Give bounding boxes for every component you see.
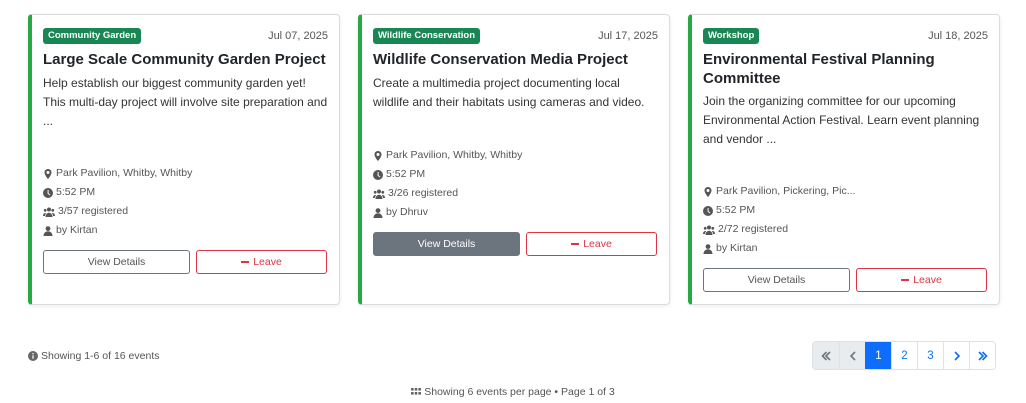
event-title: Wildlife Conservation Media Project [373,51,628,68]
event-organizer: by Dhruv [386,206,429,218]
time-row: 5:52 PM [43,183,192,202]
next-page-button[interactable] [943,342,969,369]
map-marker-icon [44,168,52,179]
event-location: Park Pavilion, Whitby, Whitby [56,167,193,179]
map-marker-icon [374,150,382,161]
leave-label: Leave [583,238,612,250]
event-date: Jul 07, 2025 [268,30,328,42]
registered-row: 2/72 registered [703,220,855,239]
minus-icon [571,243,580,245]
leave-button[interactable]: Leave [856,268,987,292]
page-button-3[interactable]: 3 [917,342,943,369]
double-chevron-left-icon [821,350,831,361]
page-info: Showing 6 events per page • Page 1 of 3 [0,386,1026,398]
event-organizer: by Kirtan [716,242,758,254]
event-time: 5:52 PM [716,204,756,216]
user-icon [43,225,53,236]
leave-label: Leave [913,274,942,286]
prev-page-button[interactable] [839,342,865,369]
organizer-row: by Kirtan [703,239,855,258]
event-registered: 2/72 registered [718,223,789,235]
location-row: Park Pavilion, Whitby, Whitby [43,164,192,183]
event-time: 5:52 PM [56,186,96,198]
clock-icon [703,205,713,216]
event-meta: Park Pavilion, Whitby, Whitby 5:52 PM 3/… [373,146,522,222]
minus-icon [241,261,250,263]
chevron-left-icon [849,350,856,361]
event-date: Jul 17, 2025 [598,30,658,42]
minus-icon [901,279,910,281]
event-meta: Park Pavilion, Whitby, Whitby 5:52 PM 3/… [43,164,192,240]
location-row: Park Pavilion, Whitby, Whitby [373,146,522,165]
clock-icon [43,187,53,198]
view-details-button[interactable]: View Details [703,268,850,292]
registered-row: 3/26 registered [373,184,522,203]
grid-icon [411,388,422,395]
category-badge: Wildlife Conservation [373,28,481,44]
results-summary-text: Showing 1-6 of 16 events [41,350,160,362]
event-card: Workshop Jul 18, 2025 Environmental Fest… [688,14,1000,305]
event-registered: 3/57 registered [58,205,129,217]
time-row: 5:52 PM [373,165,522,184]
user-icon [373,207,383,218]
first-page-button[interactable] [813,342,839,369]
pagination: 1 2 3 [812,341,996,370]
page-button-1[interactable]: 1 [865,342,891,369]
page-info-text: Showing 6 events per page • Page 1 of 3 [424,386,615,398]
event-location: Park Pavilion, Pickering, Pic... [716,185,856,197]
users-icon [373,189,385,199]
users-icon [703,225,715,235]
info-icon [28,351,38,361]
leave-button[interactable]: Leave [196,250,327,274]
event-meta: Park Pavilion, Pickering, Pic... 5:52 PM… [703,182,855,258]
location-row: Park Pavilion, Pickering, Pic... [703,182,855,201]
event-card: Community Garden Jul 07, 2025 Large Scal… [28,14,340,305]
user-icon [703,243,713,254]
event-location: Park Pavilion, Whitby, Whitby [386,149,523,161]
category-badge: Community Garden [43,28,142,44]
event-description: Help establish our biggest community gar… [43,76,328,128]
registered-row: 3/57 registered [43,202,192,221]
double-chevron-right-icon [977,350,988,361]
last-page-button[interactable] [969,342,995,369]
leave-label: Leave [253,256,282,268]
clock-icon [373,169,383,180]
event-cards: Community Garden Jul 07, 2025 Large Scal… [28,14,1000,305]
event-card: Wildlife Conservation Jul 17, 2025 Wildl… [358,14,670,305]
map-marker-icon [704,186,712,197]
event-title: Large Scale Community Garden Project [43,51,326,68]
event-registered: 3/26 registered [388,187,459,199]
organizer-row: by Kirtan [43,221,192,240]
event-organizer: by Kirtan [56,224,98,236]
category-badge: Workshop [703,28,760,44]
time-row: 5:52 PM [703,201,855,220]
chevron-right-icon [953,350,960,361]
event-title: Environmental Festival Planning Committe… [703,51,935,87]
leave-button[interactable]: Leave [526,232,657,256]
event-description: Create a multimedia project documenting … [373,76,645,109]
event-time: 5:52 PM [386,168,426,180]
view-details-button[interactable]: View Details [373,232,520,256]
event-description: Join the organizing committee for our up… [703,94,980,146]
view-details-button[interactable]: View Details [43,250,190,274]
organizer-row: by Dhruv [373,203,522,222]
users-icon [43,207,55,217]
results-summary: Showing 1-6 of 16 events [28,350,160,362]
page-button-2[interactable]: 2 [891,342,917,369]
event-date: Jul 18, 2025 [928,30,988,42]
